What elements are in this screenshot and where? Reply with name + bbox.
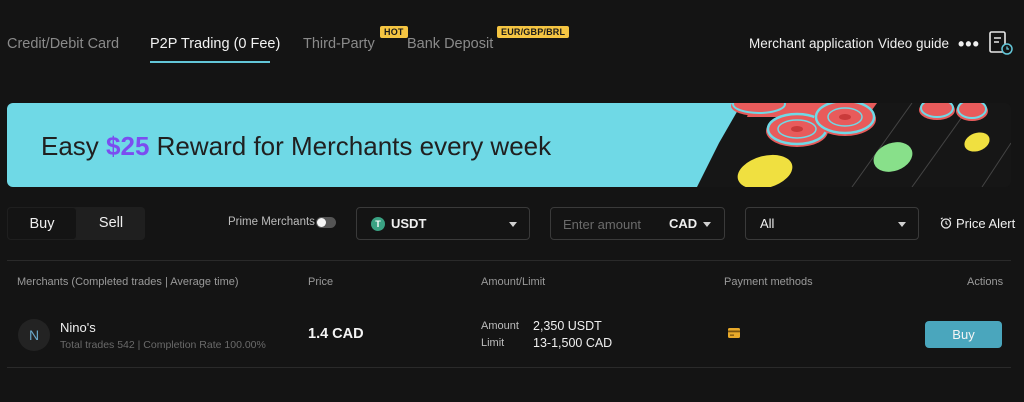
prime-merchants-label: Prime Merchants [228, 216, 315, 228]
amount-field-group: CAD [550, 207, 725, 240]
top-navigation: Credit/Debit Card P2P Trading (0 Fee) Th… [0, 0, 1024, 70]
currency-badge: EUR/GBP/BRL [497, 26, 570, 38]
prime-merchants-switch[interactable] [316, 217, 336, 228]
buy-side-button[interactable]: Buy [7, 207, 77, 240]
tab-bank-deposit[interactable]: Bank Deposit [407, 36, 493, 52]
limit-value: 13-1,500 CAD [533, 336, 613, 350]
merchant-application-link[interactable]: Merchant application [749, 36, 874, 51]
payment-method-select[interactable]: All [745, 207, 919, 240]
buy-offer-button[interactable]: Buy [925, 321, 1002, 348]
video-guide-link[interactable]: Video guide [878, 36, 949, 51]
promo-banner[interactable]: Easy $25 Reward for Merchants every week [7, 103, 1011, 187]
buy-sell-toggle: Buy Sell [7, 207, 145, 240]
chevron-down-icon [509, 222, 517, 227]
chevron-down-icon [703, 222, 711, 227]
header-amount-limit: Amount/Limit [481, 276, 546, 288]
crypto-value: USDT [391, 216, 427, 231]
amount-value: 2,350 USDT [533, 319, 602, 333]
alarm-clock-icon[interactable] [940, 217, 952, 229]
active-tab-indicator [150, 61, 270, 63]
tab-third-party[interactable]: Third-Party [303, 36, 375, 52]
price-alert-button[interactable]: Price Alert [956, 216, 1015, 231]
merchant-name[interactable]: Nino's [60, 320, 96, 335]
amount-input[interactable] [563, 215, 663, 233]
offer-price: 1.4 CAD [308, 326, 364, 342]
merchant-table: Merchants (Completed trades | Average ti… [7, 260, 1011, 368]
banner-headline: Easy $25 Reward for Merchants every week [41, 131, 552, 161]
switch-knob [317, 218, 326, 227]
header-actions: Actions [967, 276, 1004, 288]
orders-clock-icon[interactable] [988, 30, 1014, 56]
merchant-stats: Total trades 542 | Completion Rate 100.0… [60, 339, 266, 351]
header-payment-methods: Payment methods [724, 276, 813, 288]
tab-credit-debit-card[interactable]: Credit/Debit Card [7, 36, 119, 52]
header-merchants: Merchants (Completed trades | Average ti… [17, 276, 239, 288]
header-price: Price [308, 276, 334, 288]
tether-icon: T [371, 217, 385, 231]
sell-side-button[interactable]: Sell [77, 207, 145, 240]
amount-label: Amount [481, 320, 519, 332]
tab-p2p-trading[interactable]: P2P Trading (0 Fee) [150, 36, 280, 52]
card-icon [728, 328, 740, 338]
chevron-down-icon [898, 222, 906, 227]
more-options-icon[interactable]: ••• [958, 34, 980, 55]
limit-label: Limit [481, 337, 505, 349]
fiat-currency-select[interactable]: CAD [669, 216, 697, 231]
crypto-select[interactable]: T USDT [356, 207, 530, 240]
avatar[interactable]: N [18, 319, 50, 351]
hot-badge: HOT [380, 26, 408, 38]
payment-method-value: All [760, 216, 775, 231]
